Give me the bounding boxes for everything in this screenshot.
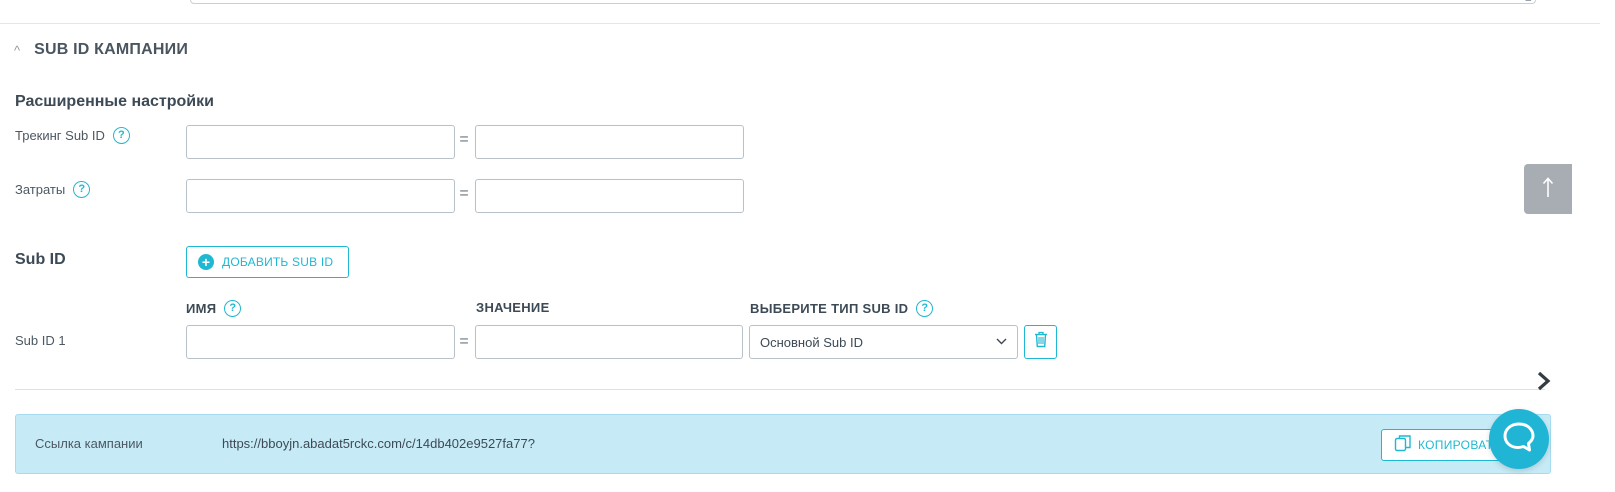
subid-row-label: Sub ID 1 bbox=[15, 333, 66, 348]
campaign-link-bar: Ссылка кампании https://bboyjn.abadat5rc… bbox=[15, 414, 1551, 474]
column-name-text: ИМЯ bbox=[186, 301, 217, 316]
chevron-up-icon[interactable]: ^ bbox=[14, 44, 20, 57]
arrow-up-icon bbox=[1542, 176, 1554, 203]
costs-label: Затраты ? bbox=[15, 181, 91, 198]
subid-row-label-text: Sub ID 1 bbox=[15, 333, 66, 348]
advanced-settings-title: Расширенные настройки bbox=[15, 93, 214, 110]
equals-sign: = bbox=[459, 333, 469, 350]
costs-label-text: Затраты bbox=[15, 182, 66, 197]
question-circle-icon[interactable]: ? bbox=[112, 127, 130, 144]
question-circle-icon[interactable]: ? bbox=[916, 300, 934, 317]
chevron-down-icon bbox=[996, 337, 1007, 348]
equals-sign: = bbox=[459, 131, 469, 148]
tracking-subid-key-input[interactable] bbox=[186, 125, 455, 159]
tracking-subid-label-text: Трекинг Sub ID bbox=[15, 128, 105, 143]
campaign-link-label: Ссылка кампании bbox=[35, 436, 143, 451]
resize-grip-icon[interactable]: ◢ bbox=[1525, 0, 1533, 2]
tracking-subid-value-input[interactable] bbox=[475, 125, 744, 159]
equals-sign: = bbox=[459, 185, 469, 202]
question-circle-icon[interactable]: ? bbox=[73, 181, 91, 198]
chat-bubble-icon bbox=[1502, 421, 1536, 458]
campaign-link-url[interactable]: https://bboyjn.abadat5rckc.com/c/14db402… bbox=[222, 436, 535, 451]
trash-icon bbox=[1034, 331, 1048, 353]
costs-key-input[interactable] bbox=[186, 179, 455, 213]
subid-type-value: Основной Sub ID bbox=[760, 334, 863, 350]
copy-icon bbox=[1394, 434, 1412, 457]
top-textarea[interactable]: ◢ bbox=[190, 0, 1536, 4]
subid-type-select[interactable]: Основной Sub ID bbox=[749, 325, 1018, 359]
column-value-header: ЗНАЧЕНИЕ bbox=[476, 300, 550, 315]
tracking-subid-label: Трекинг Sub ID ? bbox=[15, 127, 130, 144]
question-circle-icon[interactable]: ? bbox=[224, 300, 242, 317]
column-name-header: ИМЯ ? bbox=[186, 300, 242, 317]
column-type-text: ВЫБЕРИТЕ ТИП SUB ID bbox=[750, 301, 909, 316]
scroll-to-top-button[interactable] bbox=[1524, 164, 1572, 214]
delete-subid-button[interactable] bbox=[1024, 325, 1057, 359]
chat-widget-button[interactable] bbox=[1489, 409, 1549, 469]
plus-circle-icon: + bbox=[198, 254, 214, 270]
chevron-right-icon[interactable] bbox=[1536, 370, 1552, 396]
column-type-header: ВЫБЕРИТЕ ТИП SUB ID ? bbox=[750, 300, 934, 317]
divider bbox=[15, 389, 1545, 390]
add-subid-label: ДОБАВИТЬ SUB ID bbox=[222, 255, 334, 269]
column-value-text: ЗНАЧЕНИЕ bbox=[476, 300, 550, 315]
section-title: SUB ID КАМПАНИИ bbox=[34, 41, 189, 58]
divider bbox=[0, 23, 1600, 24]
subid-title: Sub ID bbox=[15, 251, 66, 268]
section-toggle[interactable]: ^ SUB ID КАМПАНИИ bbox=[14, 38, 188, 62]
subid-name-input[interactable] bbox=[186, 325, 455, 359]
costs-value-input[interactable] bbox=[475, 179, 744, 213]
page: ◢ ^ SUB ID КАМПАНИИ Расширенные настройк… bbox=[0, 0, 1615, 492]
subid-value-input[interactable] bbox=[475, 325, 743, 359]
add-subid-button[interactable]: + ДОБАВИТЬ SUB ID bbox=[186, 246, 349, 278]
